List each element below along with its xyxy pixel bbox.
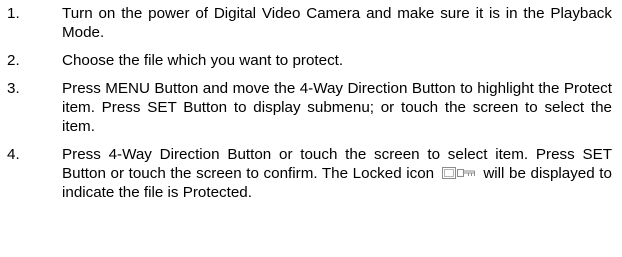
locked-key-icon [441,167,476,179]
step-text: Press MENU Button and move the 4-Way Dir… [62,80,612,135]
step-1: 1. Turn on the power of Digital Video Ca… [0,4,622,42]
step-text: Choose the file which you want to protec… [62,52,344,69]
step-number: 2. [7,52,20,69]
step-number: 1. [7,5,20,22]
step-3: 3. Press MENU Button and move the 4-Way … [0,79,622,136]
page: { "steps": [ { "number": "1.", "text": "… [0,0,622,257]
instruction-steps: 1. Turn on the power of Digital Video Ca… [0,4,622,211]
step-4: 4. Press 4-Way Direction Button or touch… [0,145,622,202]
step-number: 4. [7,146,20,163]
step-number: 3. [7,80,20,97]
step-text: Turn on the power of Digital Video Camer… [62,5,612,41]
step-2: 2. Choose the file which you want to pro… [0,51,622,70]
